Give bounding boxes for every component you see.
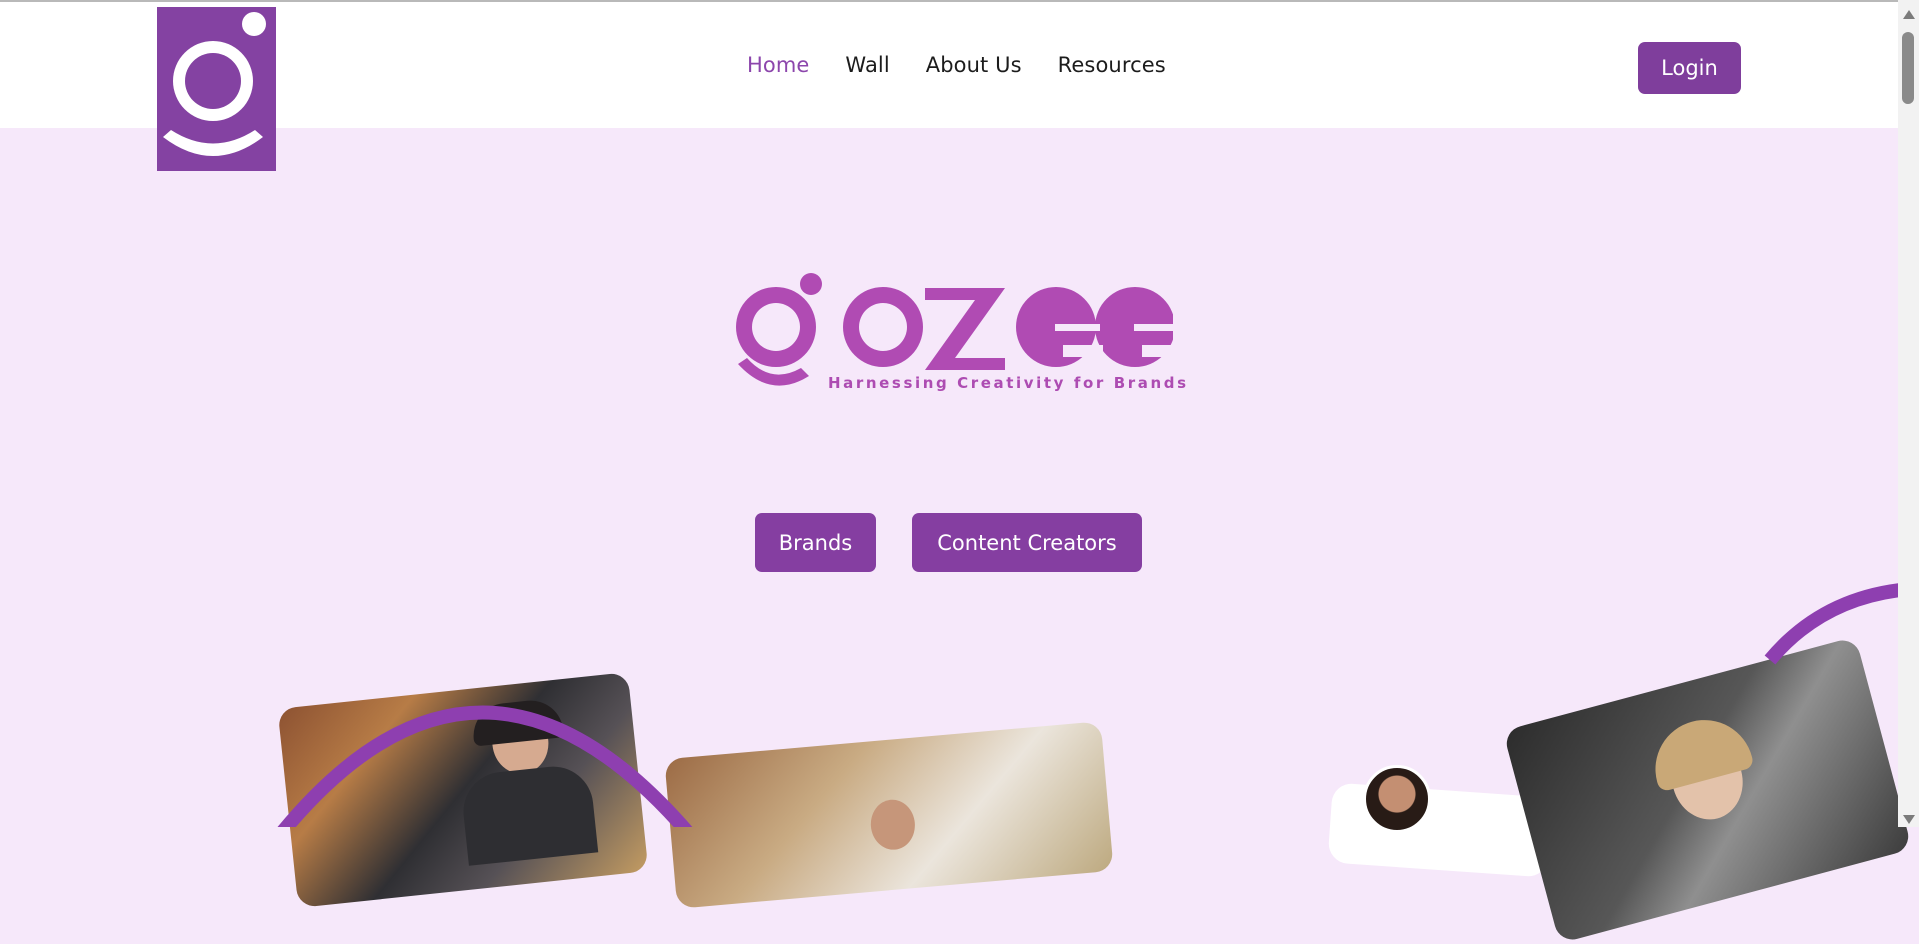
nav-resources[interactable]: Resources	[1058, 53, 1166, 77]
brands-button[interactable]: Brands	[755, 513, 876, 572]
scroll-down-arrow-icon[interactable]	[1903, 815, 1915, 824]
main-navigation: Home Wall About Us Resources	[747, 53, 1166, 77]
nav-about-us[interactable]: About Us	[926, 53, 1022, 77]
group-meeting-image	[664, 721, 1114, 909]
login-button[interactable]: Login	[1638, 42, 1741, 94]
studio-creator-image	[1502, 636, 1913, 944]
gozee-g-logo-icon	[163, 12, 266, 156]
scroll-up-arrow-icon[interactable]	[1903, 10, 1915, 19]
nav-home[interactable]: Home	[747, 53, 809, 77]
scroll-thumb[interactable]	[1902, 32, 1914, 104]
header-logo[interactable]	[157, 5, 276, 171]
content-creators-button[interactable]: Content Creators	[912, 513, 1142, 572]
vertical-scrollbar[interactable]	[1898, 0, 1919, 827]
nav-wall[interactable]: Wall	[845, 53, 889, 77]
brand-tagline: Harnessing Creativity for Brands	[828, 374, 1189, 392]
podcaster-image	[277, 672, 649, 908]
creator-avatar	[1363, 765, 1431, 833]
creator-card	[1327, 782, 1553, 878]
window-top-border	[0, 0, 1898, 7]
